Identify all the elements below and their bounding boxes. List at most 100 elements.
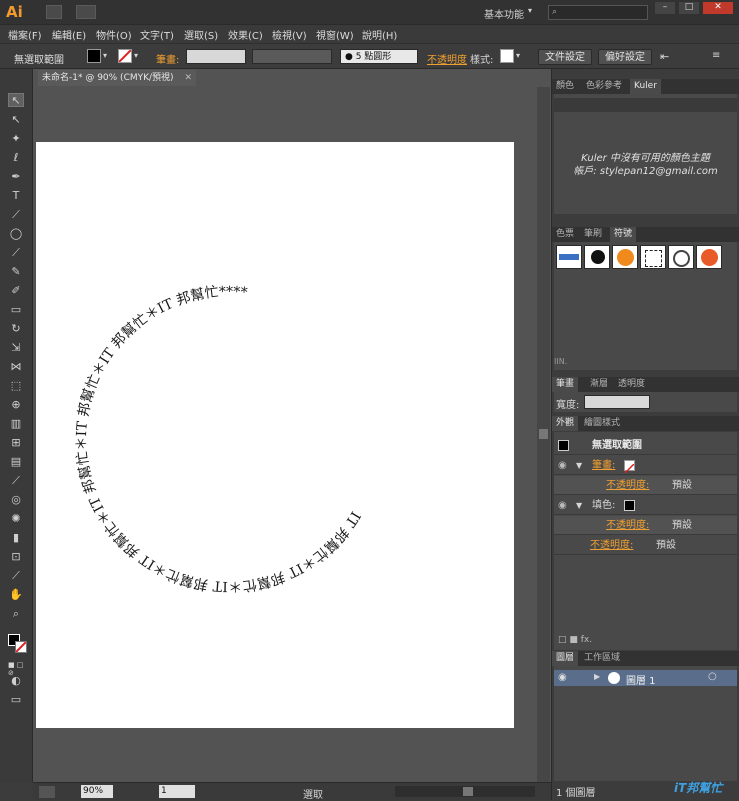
fill-opacity-label[interactable]: 不透明度:	[606, 516, 649, 535]
pencil-tool-icon[interactable]: ✎	[8, 265, 24, 279]
direct-selection-tool-icon[interactable]: ↖	[8, 113, 24, 127]
pen-tool-icon[interactable]: ✒	[8, 170, 24, 184]
mesh-tool-icon[interactable]: ⊞	[8, 436, 24, 450]
tab-graphic-styles[interactable]: 繪圖樣式	[580, 416, 624, 431]
layer-row[interactable]: ◉ ▶ 圖層 1 ○	[554, 670, 737, 687]
appearance-footer-icons[interactable]: □ ■ fx.	[558, 635, 592, 645]
arrange-icon[interactable]: ⇤	[660, 50, 669, 63]
variable-width-select[interactable]	[252, 49, 332, 64]
zoom-select[interactable]: 90%	[81, 785, 113, 798]
tab-artboards[interactable]: 工作區域	[580, 651, 624, 666]
magic-wand-tool-icon[interactable]: ✦	[8, 132, 24, 146]
expand-icon[interactable]: ▼	[576, 496, 582, 515]
stroke-weight-field[interactable]	[584, 395, 650, 409]
tab-appearance[interactable]: 外觀	[552, 416, 579, 431]
eraser-tool-icon[interactable]: ▭	[8, 303, 24, 317]
close-tab-icon[interactable]: ✕	[184, 73, 192, 83]
brush-definition-select[interactable]: ● 5 點圓形	[340, 49, 418, 64]
eye-icon[interactable]: ◉	[558, 456, 567, 475]
stroke-weight-input[interactable]	[186, 49, 246, 64]
appearance-stroke-label[interactable]: 筆畫:	[592, 456, 615, 475]
menu-file[interactable]: 檔案(F)	[8, 27, 42, 42]
eyedropper-tool-icon[interactable]: ⟋	[8, 474, 24, 488]
symbol-flower[interactable]	[696, 245, 722, 269]
zoom-icon[interactable]	[39, 786, 55, 798]
shape-builder-tool-icon[interactable]: ⊕	[8, 398, 24, 412]
symbol-frame[interactable]	[640, 245, 666, 269]
stroke-swatch-small[interactable]	[624, 460, 635, 474]
symbol-blue-bar[interactable]	[556, 245, 582, 269]
scroll-thumb[interactable]	[539, 429, 548, 439]
chevron-down-icon[interactable]: ▾	[134, 49, 144, 63]
stroke-opacity-label[interactable]: 不透明度:	[606, 476, 649, 495]
column-graph-tool-icon[interactable]: ▮	[8, 531, 24, 545]
document-tab[interactable]: 未命名-1* @ 90% (CMYK/預視) ✕	[38, 70, 196, 86]
screen-mode-icon[interactable]: ▭	[8, 693, 24, 707]
search-input[interactable]: ⌕	[548, 5, 648, 20]
menu-object[interactable]: 物件(O)	[96, 27, 132, 42]
menu-edit[interactable]: 編輯(E)	[52, 27, 86, 42]
appearance-fill-label[interactable]: 填色:	[592, 496, 615, 515]
stroke-color-swatch[interactable]	[118, 49, 132, 63]
tab-gradient[interactable]: 漸層	[586, 377, 612, 392]
tab-layers[interactable]: 圖層	[552, 651, 579, 666]
expand-icon[interactable]: ▶	[594, 672, 600, 681]
appearance-stroke-opacity-row[interactable]: 不透明度: 預設	[554, 476, 737, 495]
slice-tool-icon[interactable]: ⟋	[8, 569, 24, 583]
chevron-down-icon[interactable]: ▾	[103, 49, 113, 63]
symbol-ring[interactable]	[668, 245, 694, 269]
vertical-scrollbar[interactable]	[537, 87, 550, 782]
appearance-stroke-row[interactable]: ◉ ▼ 筆畫:	[554, 456, 737, 475]
ellipse-tool-icon[interactable]: ◯	[8, 227, 24, 241]
eye-icon[interactable]: ◉	[558, 672, 567, 683]
line-tool-icon[interactable]: ⟋	[8, 208, 24, 222]
circle-type-path[interactable]: IT 邦幫忙＊IT 邦幫忙＊IT 邦幫忙＊IT 邦幫忙＊IT 邦幫忙＊IT 邦幫…	[36, 142, 514, 728]
zoom-tool-icon[interactable]: ⌕	[8, 607, 24, 621]
blend-tool-icon[interactable]: ◎	[8, 493, 24, 507]
gradient-tool-icon[interactable]: ▤	[8, 455, 24, 469]
free-transform-tool-icon[interactable]: ⬚	[8, 379, 24, 393]
menu-window[interactable]: 視窗(W)	[316, 27, 354, 42]
circle-text[interactable]: IT 邦幫忙＊IT 邦幫忙＊IT 邦幫忙＊IT 邦幫忙＊IT 邦幫忙＊IT 邦幫…	[36, 238, 435, 651]
width-tool-icon[interactable]: ⋈	[8, 360, 24, 374]
paintbrush-tool-icon[interactable]: ⟋	[8, 246, 24, 260]
rotate-tool-icon[interactable]: ↻	[8, 322, 24, 336]
symbol-sprayer-tool-icon[interactable]: ✺	[8, 512, 24, 526]
close-button[interactable]: ✕	[703, 2, 733, 14]
artboard-tool-icon[interactable]: ⊡	[8, 550, 24, 564]
menu-help[interactable]: 說明(H)	[362, 27, 397, 42]
tab-stroke[interactable]: 筆畫	[552, 377, 579, 392]
tab-transparency[interactable]: 透明度	[614, 377, 649, 392]
tab-kuler[interactable]: Kuler	[630, 79, 661, 94]
appearance-object-opacity-row[interactable]: 不透明度: 預設	[554, 536, 737, 555]
scale-tool-icon[interactable]: ⇲	[8, 341, 24, 355]
bridge-icon[interactable]	[46, 5, 62, 19]
menu-select[interactable]: 選取(S)	[184, 27, 218, 42]
tab-brushes[interactable]: 筆刷	[580, 227, 606, 242]
selection-tool-icon[interactable]: ↖	[8, 93, 24, 107]
scroll-thumb[interactable]	[463, 787, 473, 796]
menu-view[interactable]: 檢視(V)	[272, 27, 307, 42]
object-opacity-label[interactable]: 不透明度:	[590, 536, 633, 555]
perspective-grid-tool-icon[interactable]: ▥	[8, 417, 24, 431]
document-setup-button[interactable]: 文件設定	[538, 49, 592, 65]
chevron-down-icon[interactable]: ▾	[516, 49, 526, 63]
blob-brush-tool-icon[interactable]: ✐	[8, 284, 24, 298]
minimize-button[interactable]: –	[655, 2, 675, 14]
symbol-orange-button[interactable]	[612, 245, 638, 269]
drawing-mode-icon[interactable]: ◐	[8, 674, 24, 688]
panel-menu-icon[interactable]: ≡	[712, 50, 720, 61]
appearance-fill-row[interactable]: ◉ ▼ 填色:	[554, 496, 737, 515]
color-mode-icons[interactable]: ■ □ ⊘	[8, 661, 28, 677]
symbol-splat[interactable]	[584, 245, 610, 269]
preferences-button[interactable]: 偏好設定	[598, 49, 652, 65]
fill-color-swatch[interactable]	[87, 49, 101, 63]
symbols-library-icon[interactable]: IIN.	[554, 357, 737, 369]
kuler-search[interactable]	[554, 98, 737, 112]
tab-color-guide[interactable]: 色彩參考	[582, 79, 626, 94]
graphic-style-swatch[interactable]	[500, 49, 514, 63]
menu-effect[interactable]: 效果(C)	[228, 27, 263, 42]
opacity-label[interactable]: 不透明度	[427, 51, 467, 66]
workspace-switcher[interactable]: 基本功能	[484, 6, 524, 21]
lasso-tool-icon[interactable]: ℓ	[8, 151, 24, 165]
